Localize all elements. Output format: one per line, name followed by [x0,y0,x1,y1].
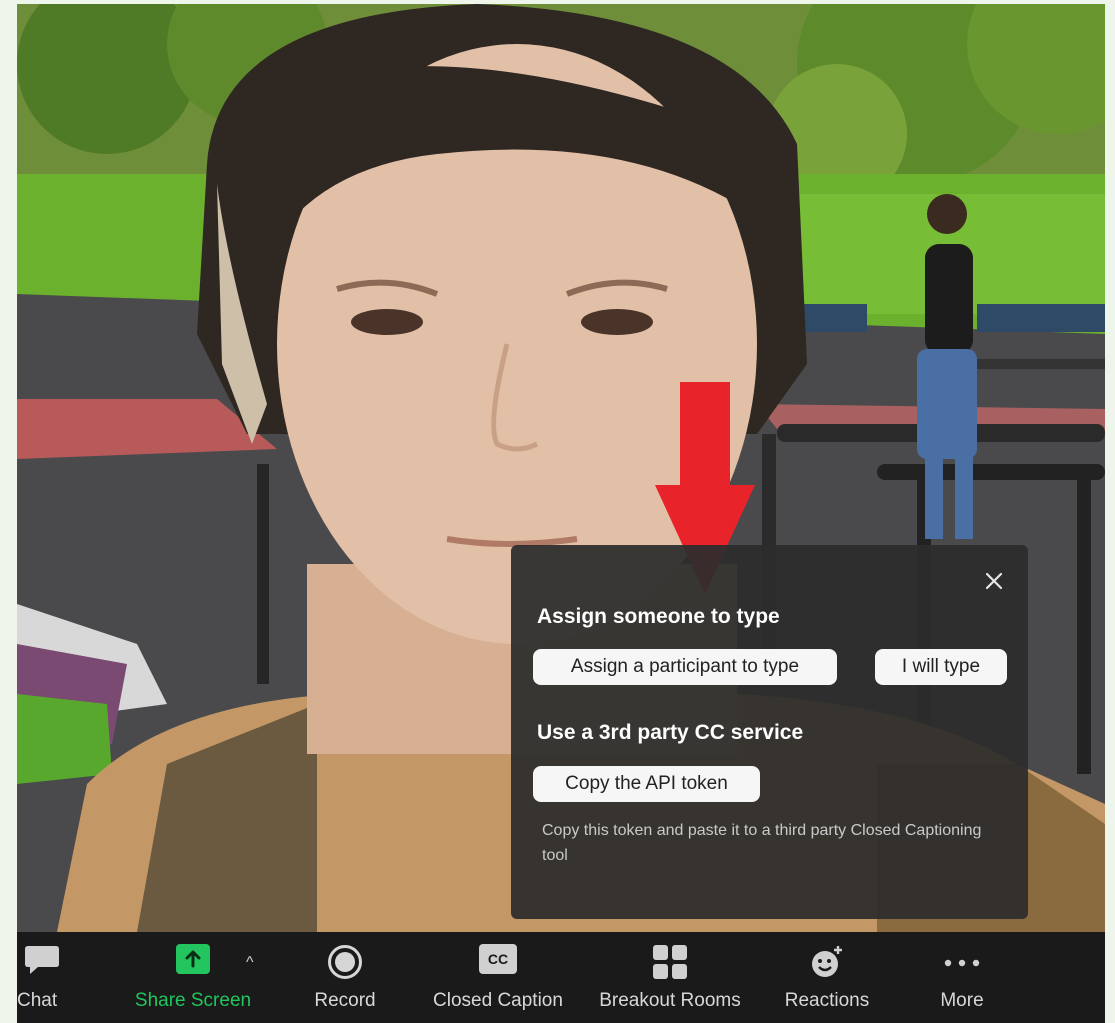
close-icon[interactable] [982,569,1006,593]
record-button[interactable]: Record [303,932,387,1023]
chat-button[interactable]: Chat [17,932,67,1023]
share-screen-label: Share Screen [134,990,252,1011]
share-screen-button[interactable]: Share Screen [125,932,261,1023]
breakout-rooms-label: Breakout Rooms [599,990,741,1011]
reactions-button[interactable]: Reactions [777,932,877,1023]
breakout-rooms-icon [652,944,688,985]
closed-caption-label: Closed Caption [433,990,563,1011]
closed-caption-button[interactable]: CC Closed Caption [420,932,576,1023]
assign-participant-button[interactable]: Assign a participant to type [533,649,837,685]
i-will-type-button[interactable]: I will type [875,649,1007,685]
more-label: More [940,990,984,1011]
third-party-section-title: Use a 3rd party CC service [537,721,804,744]
chat-label: Chat [17,990,58,1011]
closed-caption-popup: Assign someone to type Assign a particip… [511,545,1028,919]
more-button[interactable]: More [922,932,1002,1023]
assign-section-title: Assign someone to type [537,605,780,628]
cc-icon-text: CC [479,944,517,974]
reactions-label: Reactions [784,990,870,1011]
record-icon [327,944,363,985]
api-token-note: Copy this token and paste it to a third … [542,822,982,864]
cc-icon: CC [479,944,517,974]
more-dots-icon [944,954,980,972]
meeting-toolbar: Chat Share Screen ^ Record CC Closed Cap… [17,932,1105,1023]
share-options-caret-icon[interactable]: ^ [246,954,254,972]
share-screen-icon [176,944,210,979]
chat-bubble-icon [24,944,60,981]
reactions-icon [809,944,845,985]
record-label: Record [314,990,376,1011]
copy-api-token-button[interactable]: Copy the API token [533,766,760,802]
breakout-rooms-button[interactable]: Breakout Rooms [589,932,751,1023]
